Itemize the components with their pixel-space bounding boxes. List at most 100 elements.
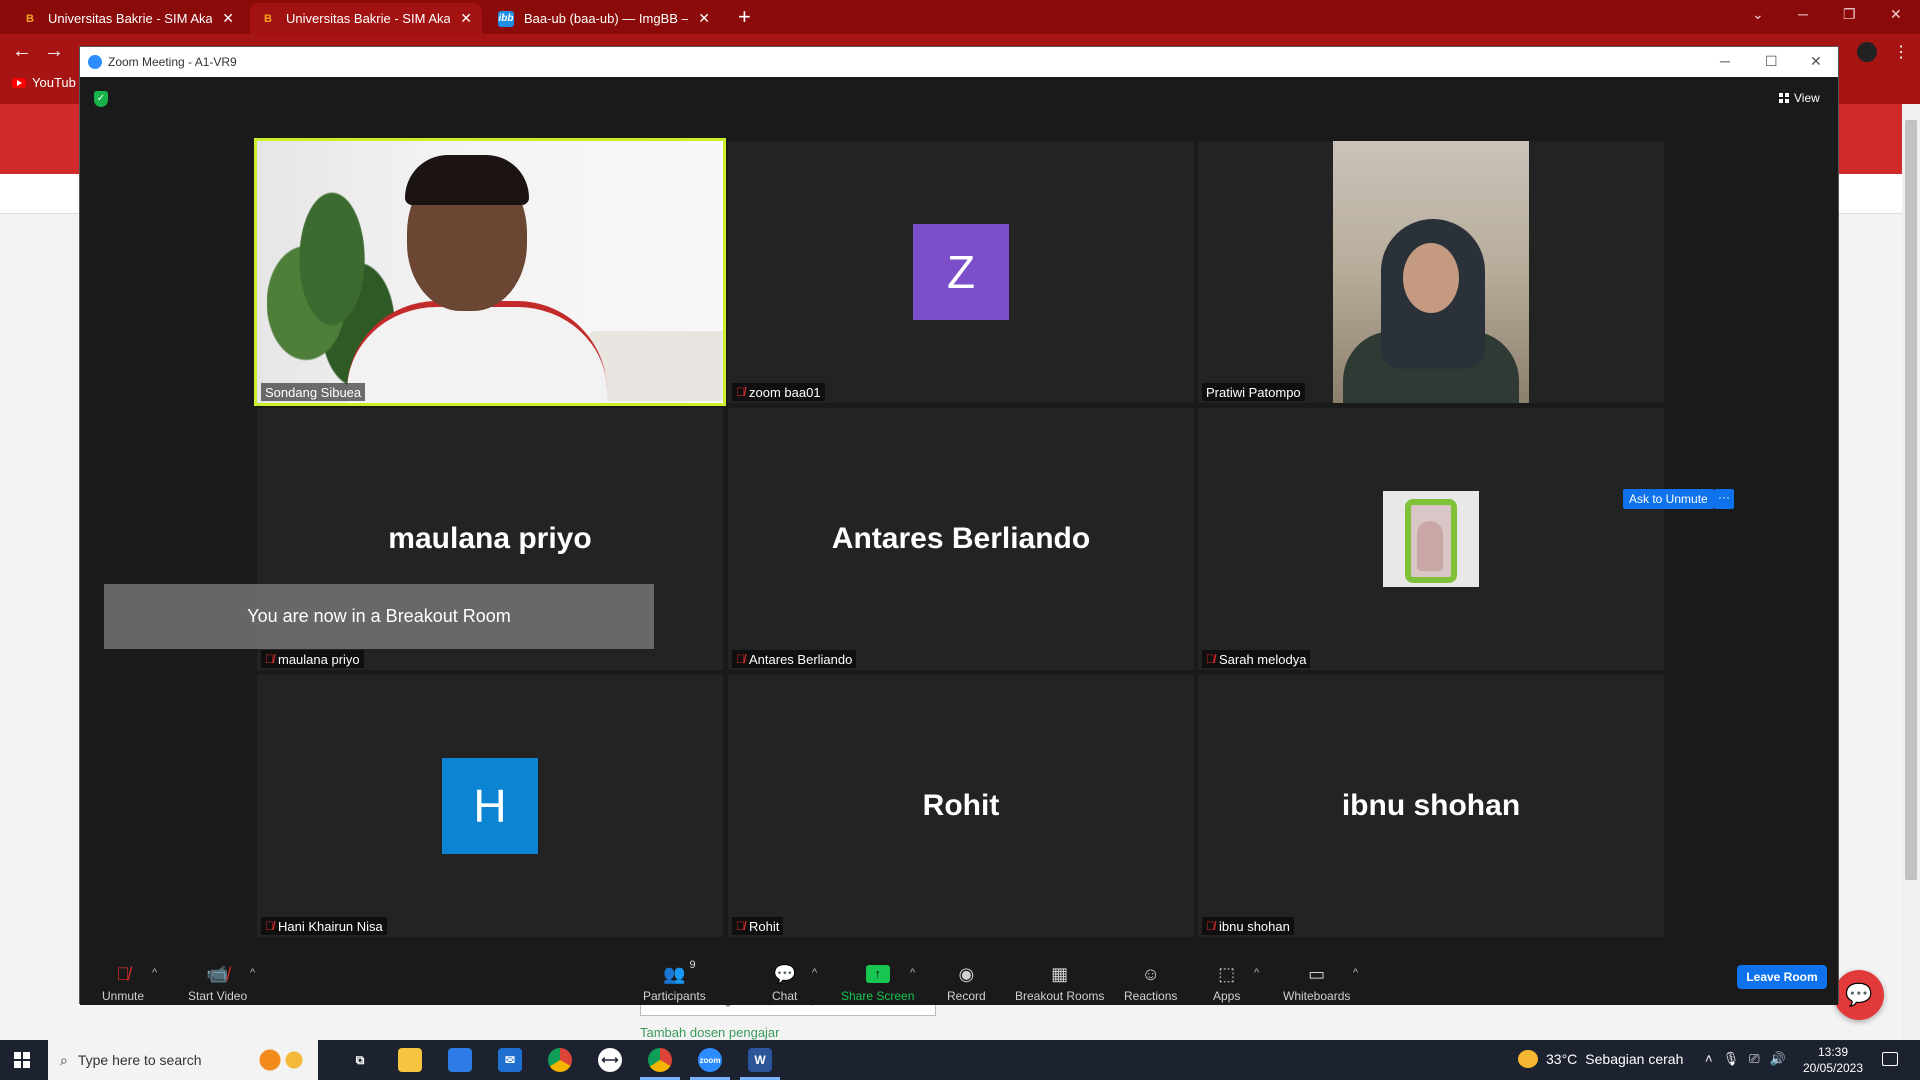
restore-icon[interactable]: ❐ — [1843, 6, 1856, 23]
add-lecturer-link[interactable]: Tambah dosen pengajar — [640, 1025, 780, 1040]
bakrie-favicon-icon: B — [264, 12, 272, 25]
profile-icon[interactable] — [1857, 42, 1877, 62]
zoom-titlebar: Zoom Meeting - A1-VR9 ─ ☐ ✕ — [80, 47, 1838, 77]
minimize-icon[interactable]: ─ — [1720, 53, 1730, 69]
new-tab-button[interactable]: + — [738, 5, 751, 29]
mic-muted-icon: 🎙̸ — [736, 652, 745, 666]
search-icon: ⌕ — [60, 1051, 68, 1068]
tab-sim-akademik-2[interactable]: B Universitas Bakrie - SIM Akademi ✕ — [250, 3, 482, 34]
participant-tile-pratiwi[interactable]: Pratiwi Patompo — [1198, 141, 1664, 403]
more-options-button[interactable]: ··· — [1714, 489, 1734, 509]
task-view-icon[interactable]: ⧉ — [348, 1048, 372, 1072]
participant-name-label: Pratiwi Patompo — [1202, 383, 1305, 401]
apps-button[interactable]: ⬚ Apps — [1213, 963, 1240, 1004]
participant-name-label: 🎙̸ Antares Berliando — [732, 650, 857, 668]
network-icon[interactable]: ⎚ — [1749, 1051, 1759, 1067]
share-screen-button[interactable]: ↑ Share Screen — [841, 963, 914, 1003]
breakout-rooms-button[interactable]: ▦ Breakout Rooms — [1015, 963, 1104, 1004]
participant-tile-antares[interactable]: Antares Berliando 🎙̸ Antares Berliando — [728, 408, 1194, 670]
tab-label: Baa-ub (baa-ub) — ImgBB — Lan — [524, 11, 688, 26]
tab-label: Universitas Bakrie - SIM Akademi — [286, 11, 451, 26]
grid-icon — [1779, 93, 1789, 103]
participant-big-name: Antares Berliando — [831, 522, 1091, 555]
close-window-icon[interactable]: ✕ — [1890, 6, 1902, 23]
zoom-app-icon[interactable]: zoom — [690, 1048, 730, 1080]
search-highlight-image — [252, 1044, 312, 1076]
avatar: H — [442, 758, 538, 854]
mic-muted-icon: 🎙̸ — [265, 919, 274, 933]
close-tab-icon[interactable]: ✕ — [222, 10, 234, 27]
search-placeholder: Type here to search — [77, 1052, 202, 1068]
chat-support-icon[interactable]: 💬 — [1834, 970, 1884, 1020]
file-explorer-icon[interactable] — [398, 1048, 422, 1072]
chat-options-caret-icon[interactable]: ^ — [812, 967, 817, 979]
notification-center-icon[interactable] — [1882, 1052, 1898, 1066]
maximize-icon[interactable]: ☐ — [1765, 53, 1778, 70]
word-icon[interactable]: W — [740, 1048, 780, 1080]
volume-icon[interactable]: 🔊 — [1770, 1051, 1786, 1067]
imgbb-favicon-icon: ibb — [498, 10, 514, 27]
breakout-notification: You are now in a Breakout Room — [104, 584, 654, 649]
chrome-profile-icon[interactable] — [640, 1048, 680, 1080]
chevron-down-icon[interactable]: ⌄ — [1752, 6, 1764, 23]
windows-start-icon[interactable] — [14, 1052, 30, 1068]
apps-options-caret-icon[interactable]: ^ — [1254, 967, 1259, 979]
participant-name-label: 🎙̸ Rohit — [732, 917, 784, 935]
weather-temp: 33°C — [1546, 1051, 1578, 1067]
unmute-button[interactable]: 🎙̸ Unmute — [102, 963, 144, 1004]
encryption-shield-icon[interactable]: ✓ — [94, 91, 108, 107]
tab-sim-akademik-1[interactable]: B Universitas Bakrie - SIM Akademi ✕ — [12, 3, 244, 34]
participant-name-label: 🎙̸ Sarah melodya — [1202, 650, 1311, 668]
record-icon: ◉ — [958, 963, 975, 984]
scrollbar-thumb[interactable] — [1905, 120, 1917, 880]
view-button[interactable]: View — [1773, 87, 1826, 109]
whiteboard-options-caret-icon[interactable]: ^ — [1353, 967, 1358, 979]
leave-room-button[interactable]: Leave Room — [1737, 965, 1827, 989]
participant-tile-rohit[interactable]: Rohit 🎙̸ Rohit — [728, 675, 1194, 937]
participant-tile-hani[interactable]: H 🎙̸ Hani Khairun Nisa — [257, 675, 723, 937]
mic-muted-icon: 🎙̸ — [116, 963, 130, 984]
mail-icon[interactable]: ✉ — [498, 1048, 522, 1072]
mic-muted-icon: 🎙̸ — [1206, 919, 1215, 933]
close-icon[interactable]: ✕ — [1810, 53, 1822, 70]
start-video-button[interactable]: 📹̸ Start Video — [188, 963, 247, 1004]
weather-widget[interactable]: 33°C Sebagian cerah — [1518, 1050, 1683, 1068]
windows-taskbar: ⌕ Type here to search ⧉ ✉ ⟷ zoom W 33°C … — [0, 1040, 1920, 1080]
chat-button[interactable]: 💬 Chat — [772, 963, 797, 1004]
whiteboards-button[interactable]: ▭ Whiteboards — [1283, 963, 1350, 1004]
mic-muted-icon: 🎙̸ — [736, 919, 745, 933]
video-options-caret-icon[interactable]: ^ — [250, 967, 255, 979]
close-tab-icon[interactable]: ✕ — [460, 10, 472, 27]
whiteboard-icon: ▭ — [1308, 963, 1326, 984]
taskbar-search-box[interactable]: ⌕ Type here to search — [48, 1040, 318, 1080]
participants-icon: 👥 9 — [663, 959, 696, 984]
back-arrow-icon[interactable]: ← — [12, 40, 32, 63]
participant-tile-ibnu[interactable]: ibnu shohan 🎙̸ ibnu shohan — [1198, 675, 1664, 937]
share-options-caret-icon[interactable]: ^ — [910, 967, 915, 979]
microsoft-store-icon[interactable] — [448, 1048, 472, 1072]
tab-imgbb[interactable]: ibb Baa-ub (baa-ub) — ImgBB — Lan ✕ — [488, 3, 720, 34]
participants-button[interactable]: 👥 9 Participants — [643, 959, 706, 1003]
participant-tile-sarah[interactable]: 🎙̸ Sarah melodya — [1198, 408, 1664, 670]
chrome-icon[interactable] — [548, 1048, 572, 1072]
bookmark-youtube[interactable]: YouTub — [12, 75, 76, 90]
kebab-menu-icon[interactable]: ⋮ — [1893, 42, 1909, 62]
participant-tile-sondang[interactable]: Sondang Sibuea — [254, 138, 726, 406]
chevron-up-icon[interactable]: ˄ — [1705, 1051, 1713, 1067]
microphone-icon[interactable]: 🎙 — [1723, 1051, 1740, 1067]
reactions-button[interactable]: ☺ Reactions — [1124, 963, 1177, 1004]
participant-tile-zoom-baa01[interactable]: Z 🎙̸ zoom baa01 — [728, 141, 1194, 403]
bakrie-favicon-icon: B — [26, 12, 34, 25]
close-tab-icon[interactable]: ✕ — [698, 10, 710, 27]
avatar: Z — [913, 224, 1009, 320]
ask-to-unmute-button[interactable]: Ask to Unmute — [1623, 489, 1714, 509]
participant-big-name: Rohit — [922, 789, 1000, 822]
teamviewer-icon[interactable]: ⟷ — [598, 1048, 622, 1072]
zoom-window: Zoom Meeting - A1-VR9 ─ ☐ ✕ ✓ View Sonda… — [79, 46, 1839, 1005]
forward-arrow-icon[interactable]: → — [44, 40, 64, 63]
clock-time: 13:39 — [1817, 1045, 1849, 1059]
minimize-icon[interactable]: ─ — [1798, 6, 1808, 22]
system-clock[interactable]: 13:39 20/05/2023 — [1795, 1044, 1871, 1076]
audio-options-caret-icon[interactable]: ^ — [152, 967, 157, 979]
record-button[interactable]: ◉ Record — [947, 963, 986, 1004]
